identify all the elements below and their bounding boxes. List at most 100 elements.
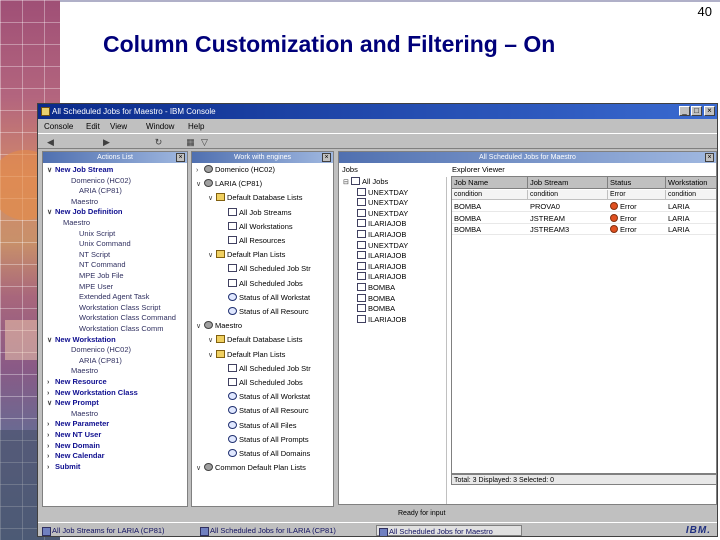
job-tree-item[interactable]: ILARIAJOB xyxy=(357,230,406,240)
job-tree-item[interactable]: ILARIAJOB xyxy=(357,219,406,229)
engine-tree-item[interactable]: ∨ LARIA (CP81) xyxy=(196,179,262,189)
filter-icon[interactable]: ▽ xyxy=(198,136,211,148)
engine-tree-item[interactable]: Status of All Files xyxy=(220,420,297,431)
action-item[interactable]: › New Resource xyxy=(47,377,107,387)
engine-tree-item[interactable]: All Scheduled Job Str xyxy=(220,264,311,274)
window-titlebar[interactable]: All Scheduled Jobs for Maestro - IBM Con… xyxy=(38,104,717,119)
table-cell-job[interactable]: BOMBA xyxy=(452,201,528,212)
table-cell-status[interactable]: Error xyxy=(608,201,666,212)
job-tree-item[interactable]: ILARIAJOB xyxy=(357,251,406,261)
minimize-button[interactable]: _ xyxy=(679,106,690,116)
action-item[interactable]: ARIA (CP81) xyxy=(71,356,122,366)
action-item[interactable]: Maestro xyxy=(63,366,98,376)
action-item[interactable]: ∨ New Prompt xyxy=(47,398,99,408)
engine-tree-item[interactable]: Status of All Workstat xyxy=(220,392,310,402)
action-item[interactable]: Maestro xyxy=(55,218,90,228)
expand-toggle-icon[interactable]: › xyxy=(47,452,55,462)
action-item[interactable]: Extended Agent Task xyxy=(71,292,149,302)
engine-tree-item[interactable]: ∨ Default Database Lists xyxy=(208,193,302,203)
pane-close-icon[interactable]: × xyxy=(705,153,714,162)
action-item[interactable]: › New Parameter xyxy=(47,419,109,429)
task-tab-active[interactable]: All Scheduled Jobs for Maestro xyxy=(376,525,522,536)
action-item[interactable]: ∨ New Workstation xyxy=(47,335,116,345)
action-item[interactable]: Maestro xyxy=(63,409,98,419)
expand-toggle-icon[interactable]: ∨ xyxy=(208,251,216,261)
expand-toggle-icon[interactable]: › xyxy=(47,420,55,430)
table-cell-job[interactable]: BOMBA xyxy=(452,224,528,235)
expand-toggle-icon[interactable]: ∨ xyxy=(196,464,204,474)
job-tree-item[interactable]: ⊟ All Jobs xyxy=(343,177,388,187)
job-tree-item[interactable]: UNEXTDAY xyxy=(357,187,408,198)
table-cell-stream[interactable]: JSTREAM3 xyxy=(528,224,608,235)
expand-toggle-icon[interactable]: ∨ xyxy=(208,351,216,361)
expand-toggle-icon[interactable]: ∨ xyxy=(47,336,55,346)
action-item[interactable]: › New Calendar xyxy=(47,451,105,461)
pane-close-icon[interactable]: × xyxy=(322,153,331,162)
job-tree-item[interactable]: BOMBA xyxy=(357,304,395,314)
menu-window[interactable]: Window xyxy=(146,120,174,133)
column-header-job-stream[interactable]: Job Stream xyxy=(528,177,608,189)
engine-tree-item[interactable]: › Domenico (HC02) xyxy=(196,165,275,175)
table-cell-ws[interactable]: LARIA xyxy=(666,224,716,235)
action-item[interactable]: MPE User xyxy=(71,282,113,292)
engine-tree-item[interactable]: All Scheduled Jobs xyxy=(220,278,303,289)
refresh-icon[interactable]: ↻ xyxy=(152,136,165,148)
expand-toggle-icon[interactable]: ∨ xyxy=(47,399,55,409)
table-cell-ws[interactable]: LARIA xyxy=(666,201,716,212)
action-item[interactable]: ARIA (CP81) xyxy=(71,186,122,196)
engine-tree-item[interactable]: All Workstations xyxy=(220,221,293,232)
expand-toggle-icon[interactable]: › xyxy=(47,378,55,388)
engine-tree-item[interactable]: ∨ Maestro xyxy=(196,321,242,331)
action-item[interactable]: › New Domain xyxy=(47,441,100,451)
job-tree-item[interactable]: UNEXTDAY xyxy=(357,208,408,219)
task-tab[interactable]: All Job Streams for LARIA (CP81) xyxy=(40,525,190,536)
action-item[interactable]: › New NT User xyxy=(47,430,101,440)
action-item[interactable]: NT Script xyxy=(71,250,110,260)
table-cell-status[interactable]: Error xyxy=(608,213,666,224)
action-item[interactable]: Workstation Class Script xyxy=(71,303,161,313)
expand-toggle-icon[interactable]: ∨ xyxy=(47,208,55,218)
job-tree-item[interactable]: ILARIAJOB xyxy=(357,314,406,325)
action-item[interactable]: Unix Command xyxy=(71,239,131,249)
expand-toggle-icon[interactable]: › xyxy=(47,442,55,452)
collapse-toggle-icon[interactable]: ⊟ xyxy=(343,178,351,188)
action-item[interactable]: MPE Job File xyxy=(71,271,124,281)
column-header-status[interactable]: Status xyxy=(608,177,666,189)
filter-cell-status[interactable]: Error xyxy=(608,190,666,200)
expand-toggle-icon[interactable]: › xyxy=(47,463,55,473)
expand-toggle-icon[interactable]: › xyxy=(196,166,204,176)
engine-tree-item[interactable]: All Scheduled Jobs xyxy=(220,378,303,388)
engine-tree-item[interactable]: Status of All Prompts xyxy=(220,434,309,445)
engine-tree-item[interactable]: Status of All Resourc xyxy=(220,307,309,317)
job-tree-item[interactable]: BOMBA xyxy=(357,283,395,293)
action-item[interactable]: Workstation Class Command xyxy=(71,313,176,323)
job-tree-item[interactable]: ILARIAJOB xyxy=(357,272,406,282)
action-item[interactable]: ∨ New Job Stream xyxy=(47,165,113,175)
expand-toggle-icon[interactable]: › xyxy=(47,389,55,399)
forward-icon[interactable]: ▶ xyxy=(100,136,113,148)
filter-cell-workstation[interactable]: condition xyxy=(666,190,716,200)
engine-tree-item[interactable]: ∨ Common Default Plan Lists xyxy=(196,463,306,473)
engine-tree-item[interactable]: All Resources xyxy=(220,236,285,246)
column-header-workstation[interactable]: Workstation xyxy=(666,177,716,189)
menu-console[interactable]: Console xyxy=(44,120,73,133)
engine-tree-item[interactable]: All Scheduled Job Str xyxy=(220,363,311,374)
job-tree-item[interactable]: UNEXTDAY xyxy=(357,240,408,251)
menu-edit[interactable]: Edit xyxy=(86,120,100,133)
table-cell-status[interactable]: Error xyxy=(608,224,666,235)
filter-cell-job-name[interactable]: condition xyxy=(452,190,528,200)
expand-toggle-icon[interactable]: ∨ xyxy=(47,166,55,176)
expand-toggle-icon[interactable]: ∨ xyxy=(208,194,216,204)
engine-tree-item[interactable]: All Job Streams xyxy=(220,207,292,218)
action-item[interactable]: Workstation Class Comm xyxy=(71,324,163,334)
column-header-job-name[interactable]: Job Name xyxy=(452,177,528,189)
engine-tree-item[interactable]: ∨ Default Plan Lists xyxy=(208,349,285,361)
expand-toggle-icon[interactable]: › xyxy=(47,431,55,441)
table-cell-ws[interactable]: LARIA xyxy=(666,213,716,224)
action-item[interactable]: › Submit xyxy=(47,462,80,472)
engine-tree-item[interactable]: ∨ Default Database Lists xyxy=(208,335,302,345)
menu-help[interactable]: Help xyxy=(188,120,204,133)
pane-close-icon[interactable]: × xyxy=(176,153,185,162)
engine-tree-item[interactable]: Status of All Domains xyxy=(220,449,310,459)
job-tree-item[interactable]: BOMBA xyxy=(357,293,395,304)
